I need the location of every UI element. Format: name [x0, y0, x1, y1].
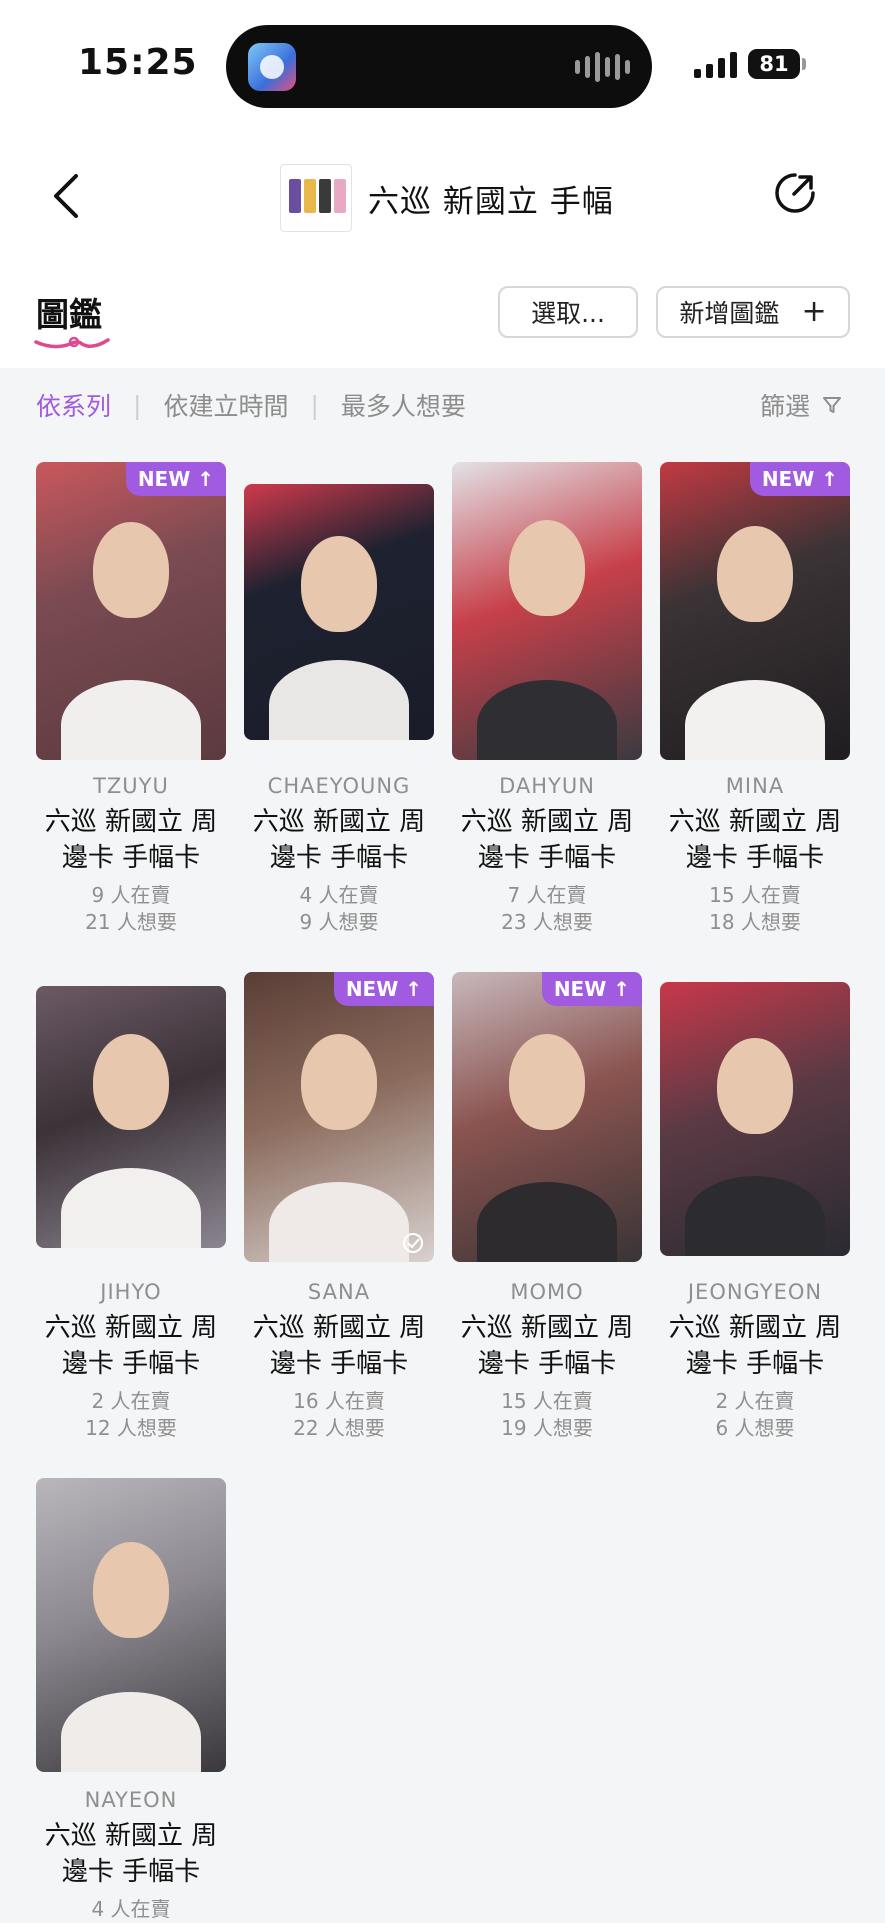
wanted-count: 18 人想要	[709, 910, 801, 934]
photocard-image	[660, 982, 850, 1256]
photocard-image: NEW ↑	[36, 462, 226, 760]
selling-count: 4 人在賣	[91, 1897, 171, 1921]
app-icon	[248, 43, 296, 91]
filter-label: 篩選	[760, 392, 811, 421]
sort-by-created[interactable]: 依建立時間	[163, 387, 288, 423]
card-title-line1: 六巡 新國立 周	[44, 1821, 218, 1851]
card-title-line1: 六巡 新國立 周	[460, 1313, 634, 1343]
share-icon[interactable]	[772, 170, 818, 216]
card-title-line1: 六巡 新國立 周	[668, 807, 842, 837]
card-title-line2: 邊卡 手幅卡	[269, 1349, 409, 1379]
selling-count: 7 人在賣	[507, 883, 587, 907]
member-name: MINA	[725, 774, 785, 798]
member-name: JEONGYEON	[687, 1280, 823, 1304]
member-name: SANA	[307, 1280, 371, 1304]
wanted-count: 23 人想要	[501, 910, 593, 934]
card-title-line1: 六巡 新國立 周	[668, 1313, 842, 1343]
battery-tip	[802, 58, 806, 70]
tab-collection[interactable]: 圖鑑	[36, 288, 102, 336]
member-name: TZUYU	[93, 774, 169, 798]
card-title-line2: 邊卡 手幅卡	[477, 843, 617, 873]
card-title-line2: 邊卡 手幅卡	[685, 1349, 825, 1379]
status-time: 15:25	[78, 42, 198, 83]
card-title-line1: 六巡 新國立 周	[252, 1313, 426, 1343]
card-title-line2: 邊卡 手幅卡	[61, 1857, 201, 1887]
checkmark-icon	[403, 1233, 423, 1253]
selling-count: 15 人在賣	[709, 883, 801, 907]
sort-options: 依系列 | 依建立時間 | 最多人想要	[36, 387, 466, 423]
photocard-image	[36, 1478, 226, 1772]
wanted-count: 19 人想要	[501, 1416, 593, 1440]
page-title: 六巡 新國立 手幅	[368, 184, 614, 220]
card-title-line2: 邊卡 手幅卡	[61, 843, 201, 873]
selling-count: 4 人在賣	[299, 883, 379, 907]
photocard-image: NEW ↑	[452, 972, 642, 1262]
sort-by-series[interactable]: 依系列	[36, 387, 111, 423]
sort-separator: |	[133, 390, 142, 420]
select-button[interactable]: 選取...	[498, 286, 638, 338]
audio-wave-icon	[575, 51, 630, 83]
wanted-count: 12 人想要	[85, 1416, 177, 1440]
card-title-line1: 六巡 新國立 周	[252, 807, 426, 837]
dynamic-island	[226, 25, 652, 108]
card-title-line2: 邊卡 手幅卡	[61, 1349, 201, 1379]
selling-count: 15 人在賣	[501, 1389, 593, 1413]
wanted-count: 22 人想要	[293, 1416, 385, 1440]
new-badge: NEW ↑	[749, 462, 850, 496]
photocard-image	[36, 986, 226, 1248]
selling-count: 2 人在賣	[91, 1389, 171, 1413]
member-name: JIHYO	[100, 1280, 162, 1304]
member-name: DAHYUN	[499, 774, 595, 798]
card-title-line2: 邊卡 手幅卡	[477, 1349, 617, 1379]
new-badge: NEW ↑	[125, 462, 226, 496]
sort-by-most-wanted[interactable]: 最多人想要	[341, 387, 466, 423]
card-title-line1: 六巡 新國立 周	[460, 807, 634, 837]
member-name: CHAEYOUNG	[267, 774, 411, 798]
selling-count: 16 人在賣	[293, 1389, 385, 1413]
plus-icon: +	[801, 294, 827, 329]
photocard-image	[452, 462, 642, 760]
photocard-image: NEW ↑	[244, 972, 434, 1262]
new-badge: NEW ↑	[333, 972, 434, 1006]
photocard-image: NEW ↑	[660, 462, 850, 760]
tab-underline	[34, 336, 110, 349]
battery-level: 81	[759, 52, 789, 76]
selling-count: 2 人在賣	[715, 1389, 795, 1413]
new-badge: NEW ↑	[541, 972, 642, 1006]
sort-separator: |	[310, 390, 319, 420]
card-title-line1: 六巡 新國立 周	[44, 807, 218, 837]
photocard-image	[244, 484, 434, 740]
member-name: MOMO	[510, 1280, 584, 1304]
card-title-line2: 邊卡 手幅卡	[269, 843, 409, 873]
add-collection-button[interactable]: 新增圖鑑 +	[656, 286, 850, 338]
add-collection-label: 新增圖鑑	[679, 299, 780, 328]
wanted-count: 21 人想要	[85, 910, 177, 934]
card-title-line1: 六巡 新國立 周	[44, 1313, 218, 1343]
collection-thumbnail	[280, 164, 352, 232]
signal-icon	[694, 52, 737, 78]
selling-count: 9 人在賣	[91, 883, 171, 907]
wanted-count: 9 人想要	[299, 910, 379, 934]
filter-button[interactable]: 篩選	[760, 387, 842, 423]
member-name: NAYEON	[84, 1788, 178, 1812]
filter-icon	[823, 397, 842, 413]
back-arrow-icon[interactable]	[44, 170, 88, 222]
wanted-count: 6 人想要	[715, 1416, 795, 1440]
battery-icon: 81	[748, 49, 800, 79]
card-title-line2: 邊卡 手幅卡	[685, 843, 825, 873]
